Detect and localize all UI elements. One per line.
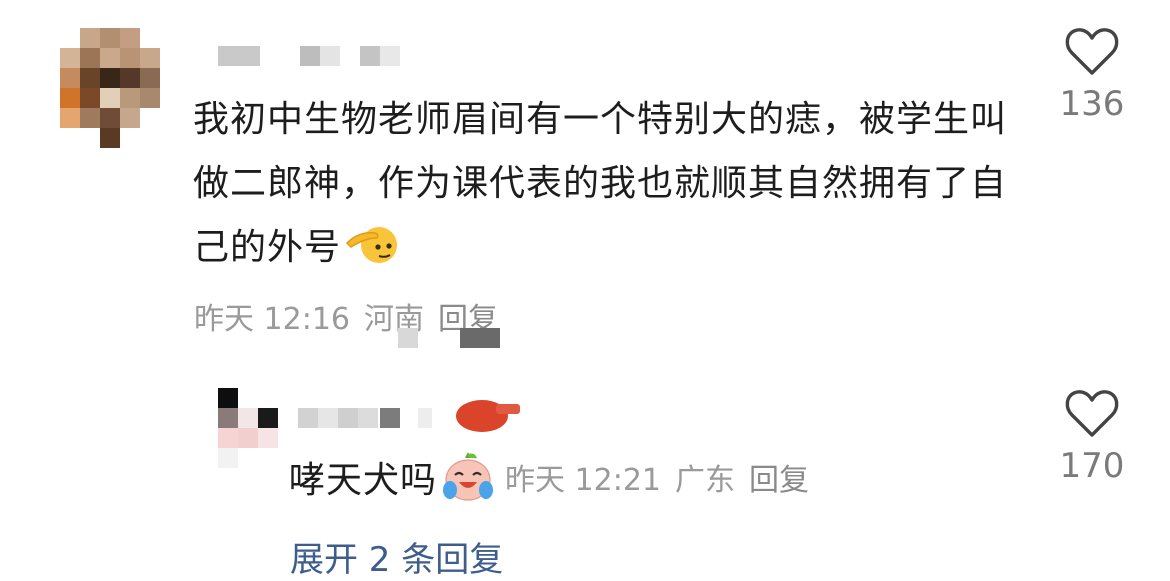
- crying-laughing-face-icon: [441, 450, 495, 504]
- saluting-face-icon: [345, 221, 399, 265]
- reply-reply-button[interactable]: 回复: [749, 463, 809, 498]
- comment-time: 昨天 12:16: [194, 302, 350, 337]
- reply-location: 广东: [675, 463, 736, 498]
- mosaic-block: [398, 328, 418, 348]
- reply-meta: 昨天 12:21 广东 回复: [505, 455, 823, 499]
- reply-text: 哮天犬吗: [289, 460, 438, 501]
- reply-username-blurred[interactable]: [298, 400, 528, 434]
- comment-text: 我初中生物老师眉间有一个特别大的痣，被学生叫做二郎神，作为课代表的我也就顺其自然…: [193, 99, 1008, 268]
- like-group: 136: [1052, 26, 1132, 124]
- reply-avatar[interactable]: [218, 388, 280, 468]
- heart-icon[interactable]: [1052, 388, 1132, 440]
- reply-time: 昨天 12:21: [505, 463, 662, 498]
- reply-like-count: 170: [1059, 446, 1125, 486]
- comment-body: 我初中生物老师眉间有一个特别大的痣，被学生叫做二郎神，作为课代表的我也就顺其自然…: [193, 88, 1013, 280]
- avatar[interactable]: [60, 28, 160, 148]
- expand-replies-link[interactable]: 展开 2 条回复: [290, 532, 503, 581]
- username-blurred[interactable]: [218, 46, 408, 68]
- heart-icon[interactable]: [1052, 26, 1132, 78]
- reply-row: 哮天犬吗 昨天 12:21 广东 回复: [289, 450, 823, 504]
- like-count: 136: [1059, 84, 1125, 124]
- reply-like-group: 170: [1052, 388, 1132, 486]
- mosaic-block: [460, 328, 500, 348]
